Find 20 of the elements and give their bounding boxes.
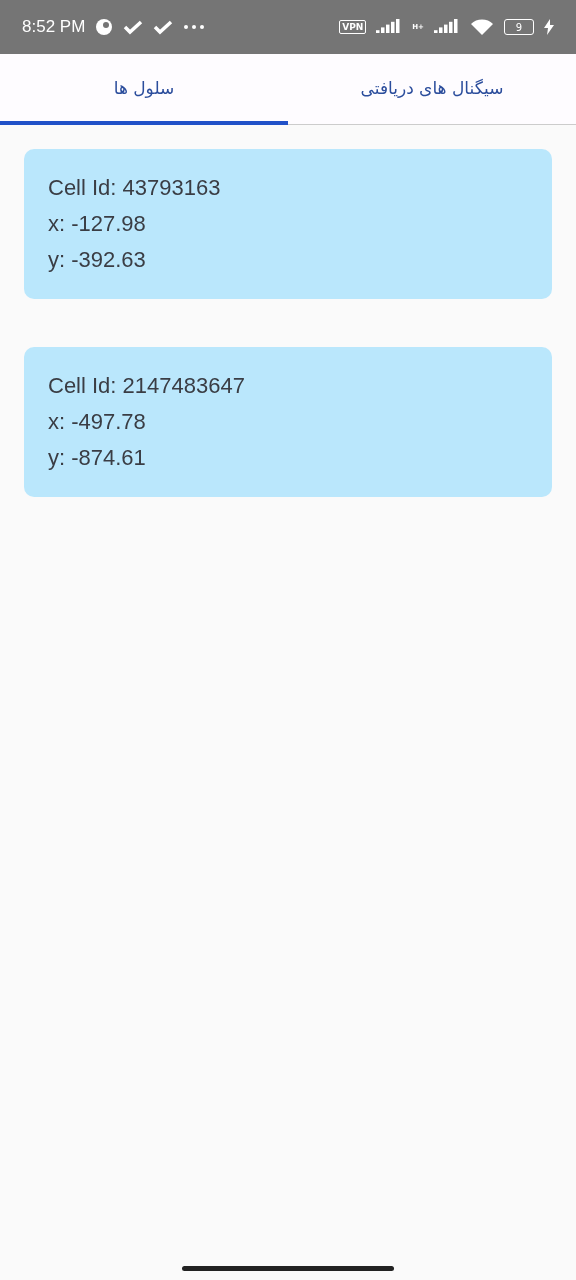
tab[interactable]: سیگنال های دریافتی xyxy=(288,54,576,125)
status-time: 8:52 PM xyxy=(22,17,86,37)
cell-info-text: y: -392.63 xyxy=(48,246,147,274)
app-icon xyxy=(95,18,114,36)
cell-info-text: x: -497.78 xyxy=(48,408,147,436)
signal-icon xyxy=(434,19,460,35)
charging-icon xyxy=(544,19,554,35)
battery-icon: 9 xyxy=(504,19,534,35)
more-icon xyxy=(183,24,206,30)
cell-info-text: x: -127.98 xyxy=(48,210,147,238)
check-icon xyxy=(153,19,174,35)
check-icon xyxy=(123,19,144,35)
wifi-icon xyxy=(470,18,494,36)
tab[interactable]: سلول ها xyxy=(0,54,288,125)
cell-info-text: Cell Id: 2147483647 xyxy=(48,372,246,400)
home-indicator[interactable] xyxy=(182,1265,394,1271)
vpn-badge: VPN xyxy=(339,20,367,34)
cell-info-text: y: -874.61 xyxy=(48,444,147,472)
signal-icon xyxy=(376,19,403,35)
cell-info-text: Cell Id: 43793163 xyxy=(48,174,222,202)
